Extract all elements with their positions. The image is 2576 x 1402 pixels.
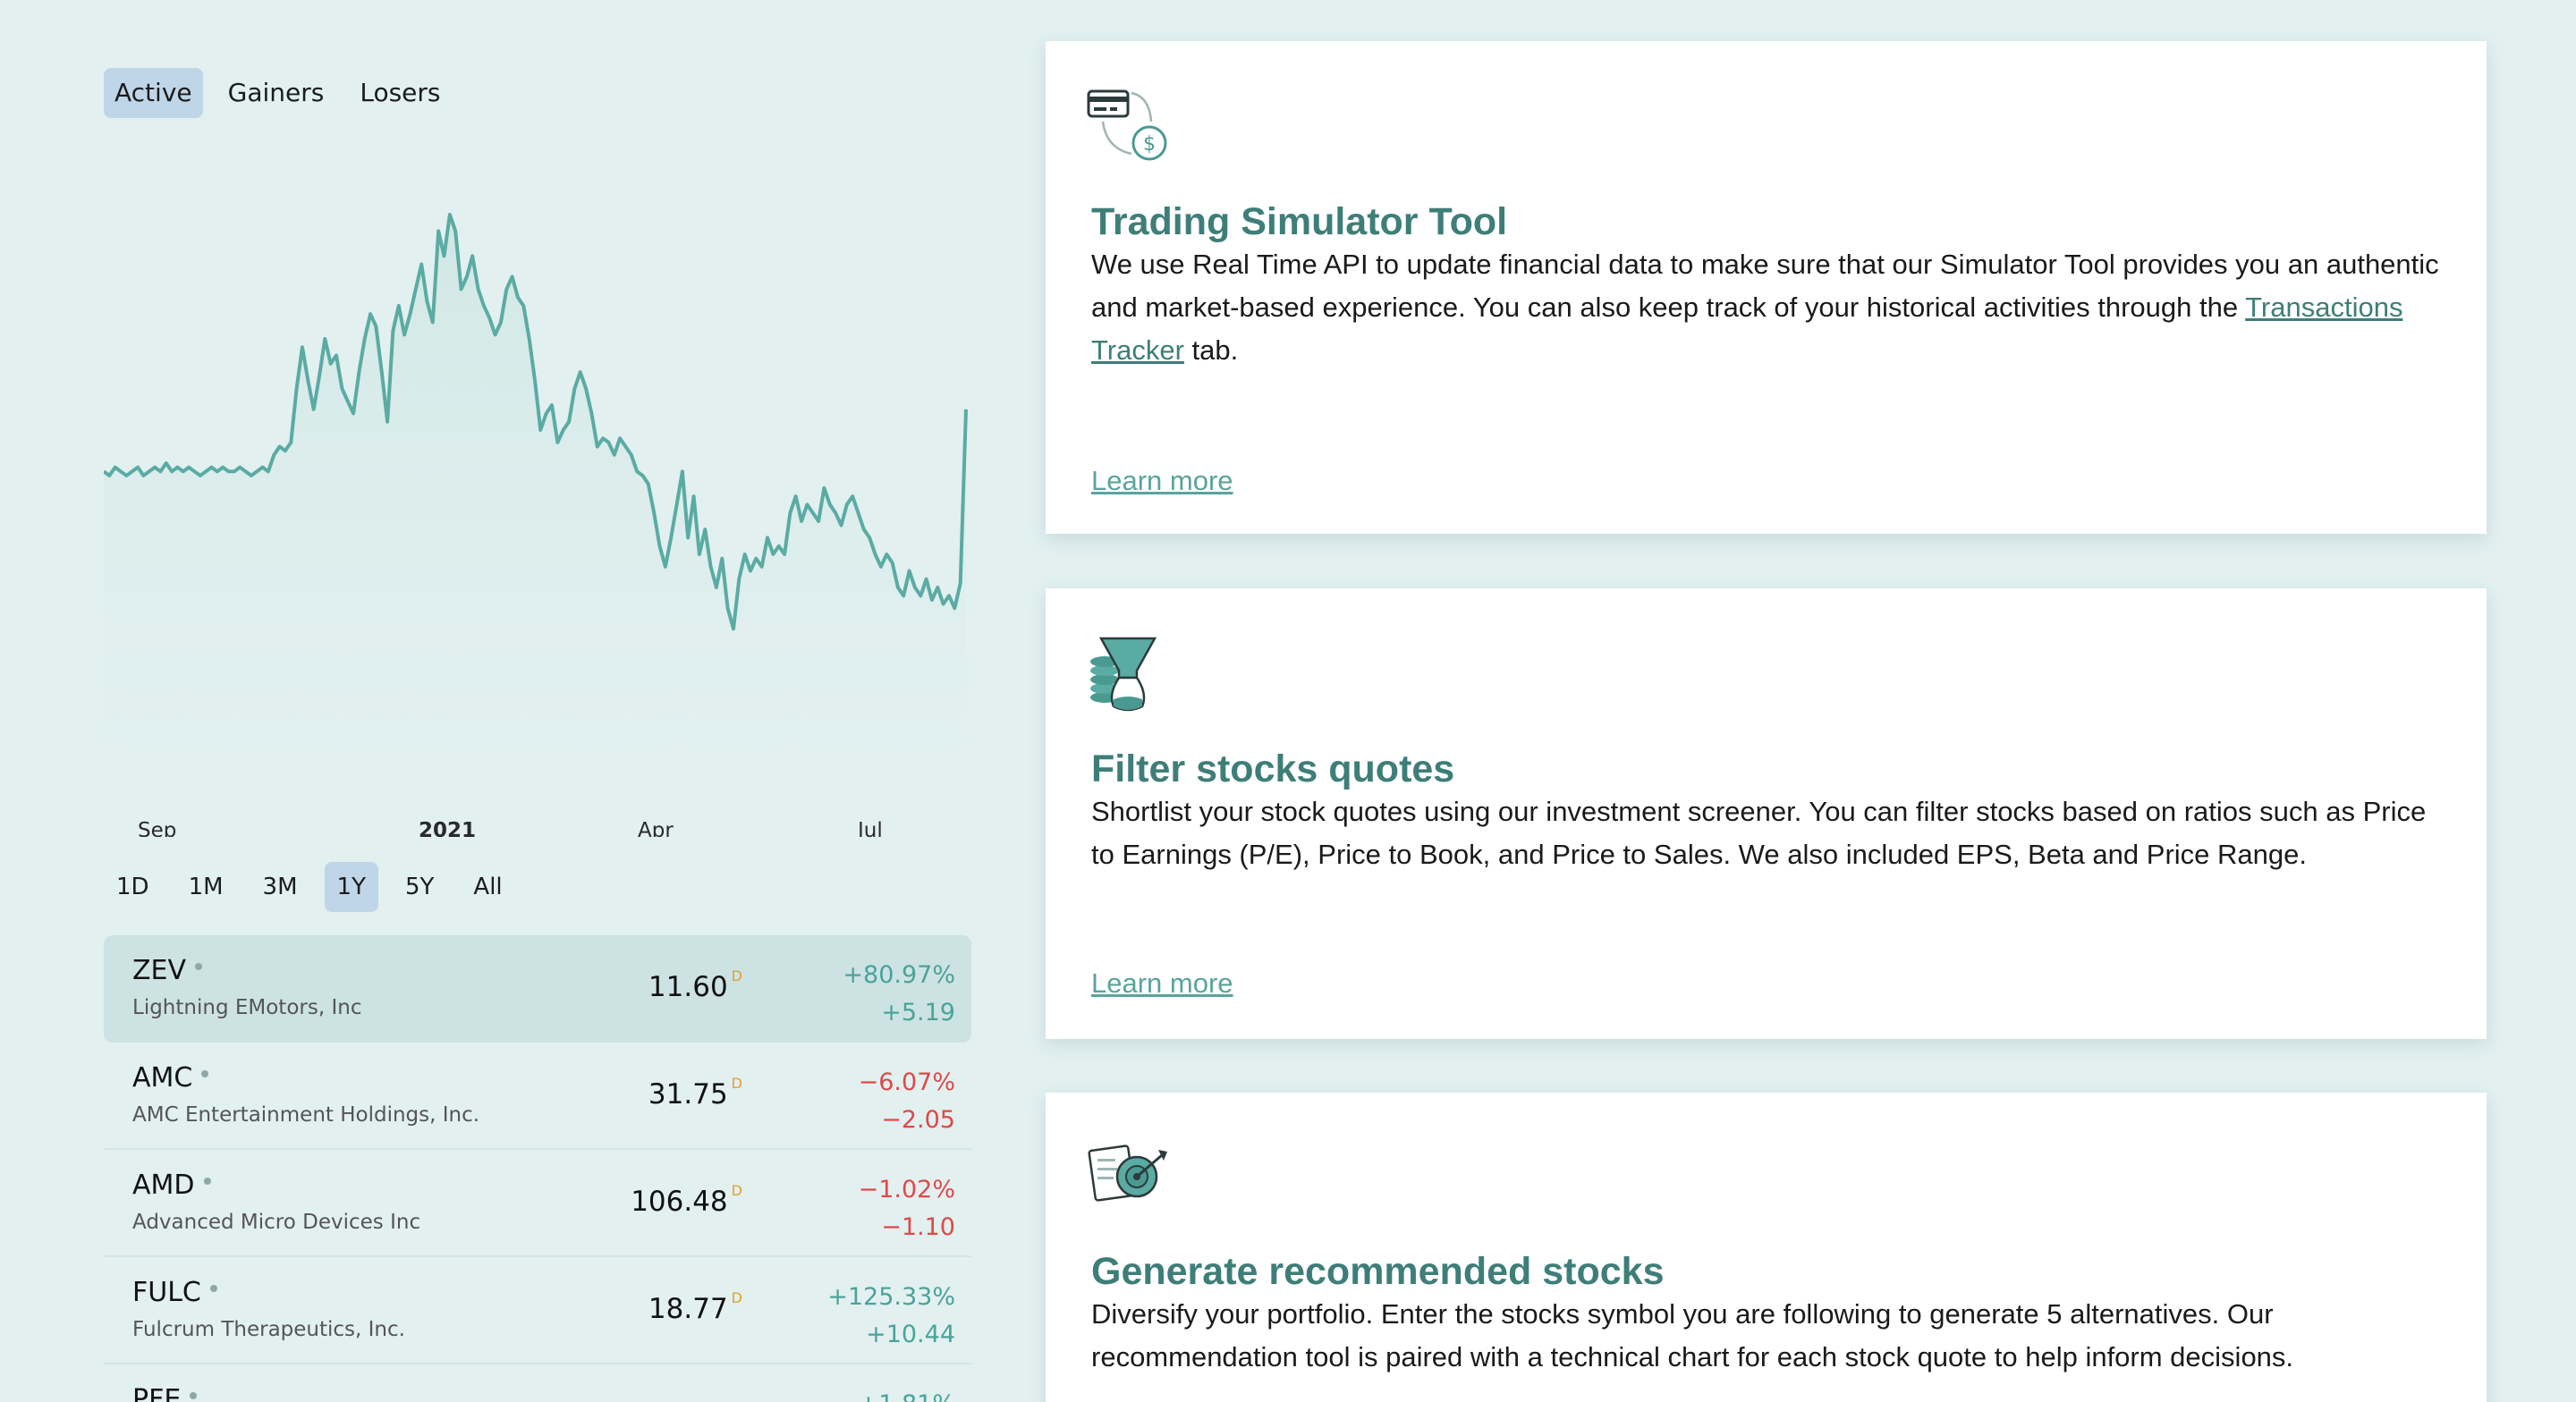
stock-row-amc[interactable]: AMC AMC Entertainment Holdings, Inc. 31.… (104, 1043, 971, 1150)
stock-symbol-text: PFE (132, 1384, 182, 1402)
stock-change: −1.02% −1.10 (859, 1171, 955, 1246)
tab-active[interactable]: Active (104, 68, 203, 118)
status-dot-icon (201, 1069, 209, 1077)
change-absolute: +10.44 (866, 1321, 955, 1348)
status-dot-icon (203, 1177, 211, 1185)
filter-stocks-card: Filter stocks quotes Shortlist your stoc… (1046, 588, 2487, 1039)
learn-more-link[interactable]: Learn more (1091, 465, 1233, 497)
range-1y[interactable]: 1Y (324, 862, 378, 912)
stock-price: 106.48 D (631, 1182, 742, 1218)
stock-symbol-text: AMD (132, 1170, 195, 1201)
card-text-part: tab. (1183, 334, 1239, 366)
x-tick-label: Sep (138, 819, 176, 837)
x-tick-label: 2021 (419, 819, 476, 837)
price-value: 106.48 (631, 1186, 728, 1218)
card-description: We use Real Time API to update financial… (1091, 243, 2451, 372)
stock-list: ZEV Lightning EMotors, Inc 11.60 D +80.97… (104, 935, 971, 1402)
trading-simulator-card: $ Trading Simulator Tool We use Real Tim… (1046, 41, 2487, 534)
price-tag: D (731, 1288, 742, 1306)
change-percent: −1.02% (858, 1176, 955, 1204)
range-3m[interactable]: 3M (250, 862, 310, 912)
price-chart-svg: Sep 2021 Apr Jul (104, 213, 968, 837)
stock-symbol: PFE (132, 1384, 198, 1402)
stock-change: +125.33% +10.44 (827, 1279, 955, 1354)
range-1d[interactable]: 1D (104, 862, 162, 912)
stock-symbol: AMC (132, 1062, 209, 1094)
card-title: Filter stocks quotes (1091, 747, 1455, 790)
card-title: Trading Simulator Tool (1091, 200, 1508, 243)
price-tag: D (731, 1181, 742, 1199)
x-tick-label: Jul (856, 819, 883, 837)
market-tabs: Active Gainers Losers (104, 68, 971, 118)
change-absolute: −2.05 (881, 1106, 955, 1134)
tab-gainers[interactable]: Gainers (217, 68, 335, 118)
range-all[interactable]: All (461, 862, 514, 912)
target-checklist-icon (1087, 1143, 1173, 1219)
company-name: Fulcrum Therapeutics, Inc. (132, 1318, 405, 1341)
price-chart[interactable]: Sep 2021 Apr Jul (104, 139, 971, 837)
price-tag: D (731, 967, 742, 984)
change-percent: +125.33% (827, 1283, 955, 1311)
svg-text:$: $ (1143, 133, 1156, 156)
price-tag: D (731, 1074, 742, 1092)
card-text-part: We use Real Time API to update financial… (1091, 249, 2439, 323)
stock-symbol-text: FULC (132, 1277, 201, 1308)
stock-symbol-text: ZEV (132, 955, 187, 986)
status-dot-icon (195, 962, 203, 970)
stock-row-fulc[interactable]: FULC Fulcrum Therapeutics, Inc. 18.77 D +… (104, 1257, 971, 1364)
card-title: Generate recommended stocks (1091, 1250, 1665, 1293)
stock-change: +80.97% +5.19 (843, 957, 955, 1032)
change-percent: −6.07% (858, 1068, 955, 1096)
recommended-stocks-card: Generate recommended stocks Diversify yo… (1046, 1093, 2487, 1402)
stock-symbol: ZEV (132, 955, 203, 986)
stock-row-pfe[interactable]: PFE +1.81% (104, 1364, 971, 1402)
price-value: 11.60 (648, 971, 728, 1003)
stock-change: +1.81% (859, 1386, 955, 1402)
card-description: Diversify your portfolio. Enter the stoc… (1091, 1298, 2294, 1372)
card-dollar-icon: $ (1087, 86, 1173, 171)
change-percent: +80.97% (843, 961, 955, 989)
card-description: Shortlist your stock quotes using our in… (1091, 796, 2427, 870)
price-value: 31.75 (648, 1078, 728, 1111)
market-panel: Active Gainers Losers Sep 2021 Apr Jul 1… (104, 68, 971, 1402)
funnel-coins-icon (1087, 635, 1162, 720)
stock-price: 18.77 D (648, 1289, 742, 1325)
company-name: Lightning EMotors, Inc (132, 996, 362, 1019)
stock-row-zev[interactable]: ZEV Lightning EMotors, Inc 11.60 D +80.97… (104, 935, 971, 1043)
range-tabs: 1D 1M 3M 1Y 5Y All (104, 862, 515, 912)
stock-symbol-text: AMC (132, 1062, 193, 1094)
stock-price: 11.60 D (648, 967, 742, 1003)
stock-price: 31.75 D (648, 1074, 742, 1111)
stock-symbol: AMD (132, 1170, 211, 1201)
range-1m[interactable]: 1M (176, 862, 236, 912)
company-name: Advanced Micro Devices Inc (132, 1211, 421, 1234)
x-tick-label: Apr (638, 819, 674, 837)
company-name: AMC Entertainment Holdings, Inc. (132, 1103, 480, 1127)
range-5y[interactable]: 5Y (393, 862, 446, 912)
change-percent: +1.81% (859, 1386, 955, 1402)
stock-row-amd[interactable]: AMD Advanced Micro Devices Inc 106.48 D −… (104, 1150, 971, 1257)
stock-change: −6.07% −2.05 (859, 1064, 955, 1139)
stock-symbol: FULC (132, 1277, 217, 1308)
tab-losers[interactable]: Losers (349, 68, 451, 118)
change-absolute: +5.19 (881, 999, 955, 1026)
status-dot-icon (209, 1284, 217, 1292)
change-absolute: −1.10 (881, 1213, 955, 1241)
learn-more-link[interactable]: Learn more (1091, 967, 1233, 1000)
status-dot-icon (190, 1391, 198, 1399)
price-value: 18.77 (648, 1293, 728, 1325)
